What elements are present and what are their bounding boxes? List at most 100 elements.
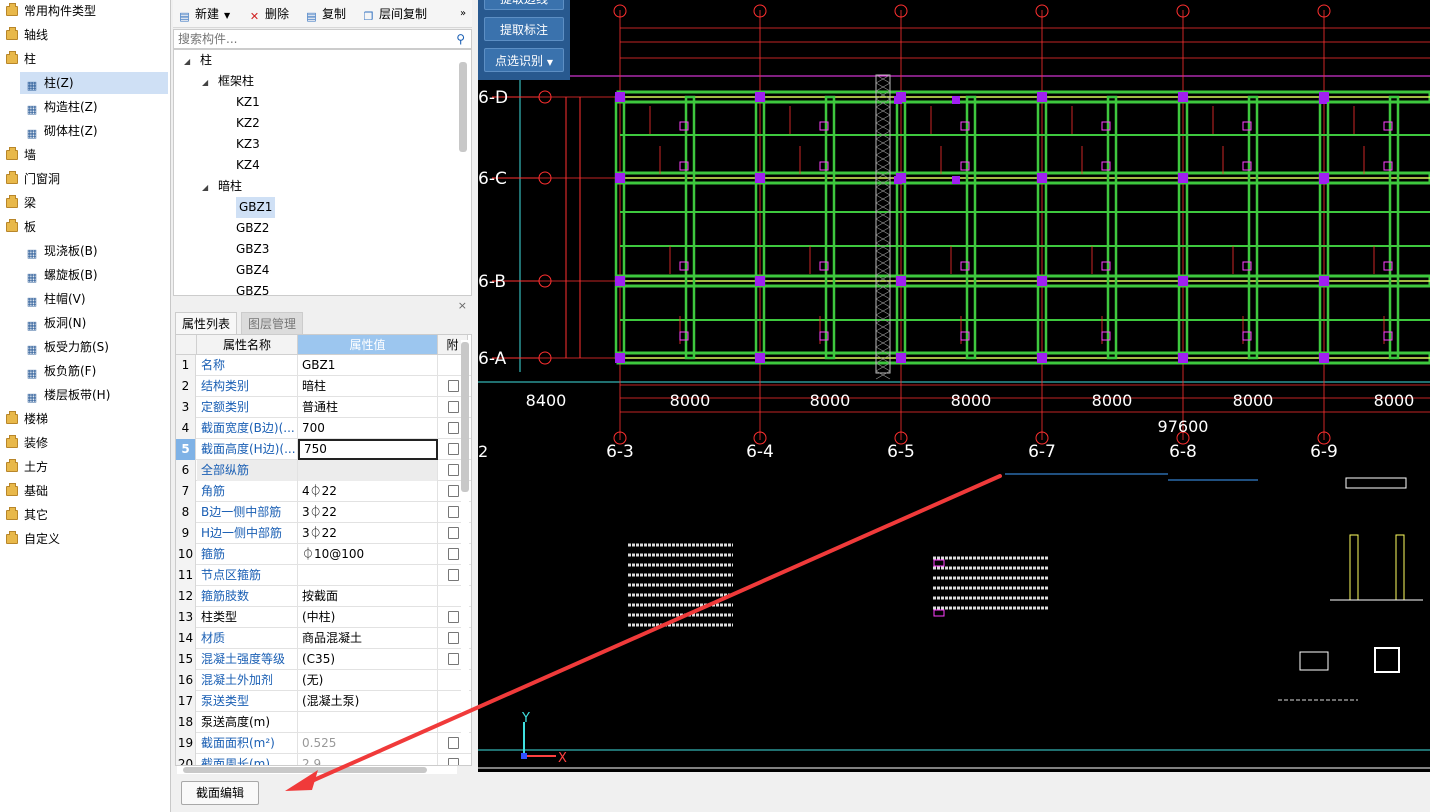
tree-node-group[interactable]: ◢ 暗柱 (202, 176, 242, 197)
property-row[interactable]: 10 箍筋 ⏀10@100 (176, 544, 471, 565)
search-input[interactable] (174, 30, 444, 48)
property-value[interactable]: 2.9 (298, 754, 438, 765)
property-value[interactable] (298, 460, 438, 481)
nav-item-4[interactable]: ▦ 构造柱(Z) (20, 96, 168, 118)
property-value[interactable]: 0.525 (298, 733, 438, 754)
property-row[interactable]: 18 泵送高度(m) (176, 712, 471, 733)
tree-node-item[interactable]: KZ2 (236, 113, 260, 134)
property-row[interactable]: 4 截面宽度(B边)(... 700 (176, 418, 471, 439)
property-value[interactable]: (无) (298, 670, 438, 691)
attach-checkbox[interactable] (448, 422, 459, 434)
tree-node-item[interactable]: GBZ1 (236, 197, 276, 218)
attach-checkbox[interactable] (448, 506, 459, 518)
attach-checkbox[interactable] (448, 464, 459, 476)
pick-recognize-button[interactable]: 点选识别 ▼ (484, 48, 564, 72)
property-row[interactable]: 15 混凝土强度等级 (C35) (176, 649, 471, 670)
property-value[interactable]: (中柱) (298, 607, 438, 628)
nav-item-21[interactable]: 其它 (0, 504, 168, 526)
property-value[interactable]: (混凝土泵) (298, 691, 438, 712)
collapse-toggle-icon[interactable]: ◢ (184, 51, 192, 72)
property-row[interactable]: 9 H边一侧中部筋 3⏀22 (176, 523, 471, 544)
tree-node-item[interactable]: GBZ5 (236, 281, 269, 295)
tab-layer-manager[interactable]: 图层管理 (241, 312, 304, 334)
new-button[interactable]: ▤ 新建 ▼ (178, 5, 230, 23)
property-row[interactable]: 11 节点区箍筋 (176, 565, 471, 586)
tree-node-item[interactable]: KZ3 (236, 134, 260, 155)
property-row[interactable]: 16 混凝土外加剂 (无) (176, 670, 471, 691)
tree-node-item[interactable]: GBZ2 (236, 218, 269, 239)
property-value[interactable]: GBZ1 (298, 355, 438, 376)
property-value[interactable]: (C35) (298, 649, 438, 670)
attach-checkbox[interactable] (448, 527, 459, 539)
property-row[interactable]: 17 泵送类型 (混凝土泵) (176, 691, 471, 712)
floor-copy-button[interactable]: ❐ 层间复制 (362, 5, 427, 23)
tree-node-item[interactable]: GBZ4 (236, 260, 269, 281)
attach-checkbox[interactable] (448, 401, 459, 413)
nav-item-12[interactable]: ▦ 柱帽(V) (20, 288, 168, 310)
nav-item-6[interactable]: 墙 (0, 144, 168, 166)
attach-checkbox[interactable] (448, 443, 459, 455)
tree-scrollbar[interactable] (459, 62, 467, 152)
tree-node-item[interactable]: KZ4 (236, 155, 260, 176)
property-value[interactable]: 3⏀22 (298, 523, 438, 544)
attach-checkbox[interactable] (448, 548, 459, 560)
nav-item-2[interactable]: 柱 (0, 48, 168, 70)
nav-item-3[interactable]: ▦ 柱(Z) (20, 72, 168, 94)
delete-button[interactable]: ✕ 删除 (248, 5, 289, 23)
nav-item-0[interactable]: 常用构件类型 (0, 0, 168, 22)
property-value[interactable]: 4⏀22 (298, 481, 438, 502)
nav-item-17[interactable]: 楼梯 (0, 408, 168, 430)
property-row[interactable]: 3 定额类别 普通柱 (176, 397, 471, 418)
tree-node-root[interactable]: ◢ 柱 (184, 50, 212, 71)
collapse-toggle-icon[interactable]: ◢ (202, 177, 210, 198)
nav-item-13[interactable]: ▦ 板洞(N) (20, 312, 168, 334)
extract-edge-button[interactable]: 提取边线 (484, 0, 564, 10)
property-value[interactable]: ⏀10@100 (298, 544, 438, 565)
extract-label-button[interactable]: 提取标注 (484, 17, 564, 41)
nav-item-11[interactable]: ▦ 螺旋板(B) (20, 264, 168, 286)
property-value[interactable]: 700 (298, 418, 438, 439)
property-row[interactable]: 8 B边一侧中部筋 3⏀22 (176, 502, 471, 523)
property-row[interactable]: 13 柱类型 (中柱) (176, 607, 471, 628)
tab-property-list[interactable]: 属性列表 (175, 312, 238, 334)
nav-item-10[interactable]: ▦ 现浇板(B) (20, 240, 168, 262)
nav-item-8[interactable]: 梁 (0, 192, 168, 214)
attach-checkbox[interactable] (448, 632, 459, 644)
attach-checkbox[interactable] (448, 758, 459, 765)
collapse-toggle-icon[interactable]: ◢ (202, 72, 210, 93)
property-row[interactable]: 14 材质 商品混凝土 (176, 628, 471, 649)
section-edit-button[interactable]: 截面编辑 (181, 781, 259, 805)
property-value[interactable]: 暗柱 (298, 376, 438, 397)
property-row[interactable]: 7 角筋 4⏀22 (176, 481, 471, 502)
tree-node-group[interactable]: ◢ 框架柱 (202, 71, 254, 92)
toolbar-overflow-button[interactable]: » (460, 5, 466, 23)
attach-checkbox[interactable] (448, 380, 459, 392)
nav-item-9[interactable]: 板 (0, 216, 168, 238)
tree-node-item[interactable]: KZ1 (236, 92, 260, 113)
nav-item-15[interactable]: ▦ 板负筋(F) (20, 360, 168, 382)
property-value[interactable] (298, 712, 438, 733)
property-row[interactable]: 5 截面高度(H边)(... 750 (176, 439, 471, 460)
property-value[interactable]: 750 (298, 439, 438, 460)
nav-item-19[interactable]: 土方 (0, 456, 168, 478)
props-close-button[interactable]: × (173, 299, 472, 313)
property-row[interactable]: 2 结构类别 暗柱 (176, 376, 471, 397)
attach-checkbox[interactable] (448, 737, 459, 749)
nav-item-14[interactable]: ▦ 板受力筋(S) (20, 336, 168, 358)
property-row[interactable]: 19 截面面积(m²) 0.525 (176, 733, 471, 754)
attach-checkbox[interactable] (448, 611, 459, 623)
attach-checkbox[interactable] (448, 569, 459, 581)
cad-drawing-canvas[interactable]: 6-D 6-C 6-B 6-A 6-3 6-4 6-5 6-7 6-8 6-9 8400 8000 80… (478, 0, 1430, 772)
nav-item-16[interactable]: ▦ 楼层板带(H) (20, 384, 168, 406)
property-value[interactable]: 普通柱 (298, 397, 438, 418)
tree-node-item[interactable]: GBZ3 (236, 239, 269, 260)
grid-scrollbar-thumb[interactable] (461, 342, 469, 492)
property-value[interactable]: 按截面 (298, 586, 438, 607)
copy-button[interactable]: ▤ 复制 (305, 5, 346, 23)
property-value[interactable] (298, 565, 438, 586)
nav-item-1[interactable]: 轴线 (0, 24, 168, 46)
property-row[interactable]: 6 全部纵筋 (176, 460, 471, 481)
property-row[interactable]: 1 名称 GBZ1 (176, 355, 471, 376)
nav-item-7[interactable]: 门窗洞 (0, 168, 168, 190)
nav-item-20[interactable]: 基础 (0, 480, 168, 502)
